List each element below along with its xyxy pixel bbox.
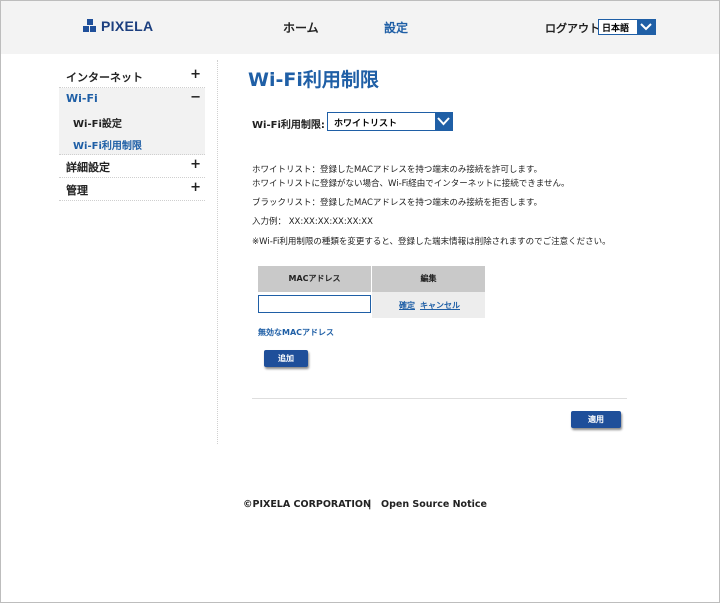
mac-address-input[interactable] [258,295,371,313]
table-row [258,292,371,318]
sidebar: インターネット + Wi-Fi − Wi-Fi設定 Wi-Fi利用制限 詳細設定… [59,65,205,201]
footer-copyright: ©PIXELA CORPORATION [243,499,371,510]
sidebar-item-label: 管理 [66,184,88,197]
sidebar-item-label: Wi-Fi [66,92,98,105]
page-title: Wi-Fi利用制限 [248,69,379,91]
description-whitelist-note: ホワイトリストに登録がない場合、Wi-Fi経由でインターネットに接続できません。 [252,179,570,189]
confirm-link[interactable]: 確定 [399,300,415,311]
description-whitelist: ホワイトリスト：登録したMACアドレスを持つ端末のみ接続を許可します。 [252,165,543,175]
sidebar-item-wifi[interactable]: Wi-Fi − [59,88,205,110]
invalid-mac-link[interactable]: 無効なMACアドレス [258,327,334,338]
brand-logo[interactable]: PIXELA [83,18,153,34]
expand-icon[interactable]: + [190,157,201,172]
column-header-mac: MACアドレス [258,266,371,292]
language-select[interactable]: 日本語 [598,19,656,35]
restriction-type-label: Wi-Fi利用制限: [252,120,325,131]
change-warning: ※Wi-Fi利用制限の種類を変更すると、登録した端末情報は削除されますのでご注意… [252,237,611,247]
brand-name: PIXELA [101,18,154,34]
pixela-logo-icon [83,19,97,33]
nav-settings-link[interactable]: 設定 [384,19,408,36]
chevron-down-icon [437,117,450,126]
sidebar-item-management[interactable]: 管理 + [59,178,205,201]
table-row-actions: 確定 キャンセル [372,292,485,318]
section-divider [252,398,627,399]
restriction-type-select[interactable]: ホワイトリスト [327,112,453,131]
sidebar-subitem-label: Wi-Fi設定 [73,119,122,130]
sidebar-item-internet[interactable]: インターネット + [59,65,205,88]
apply-button[interactable]: 適用 [571,411,621,428]
restriction-type-dropdown-button[interactable] [435,113,452,130]
description-blacklist: ブラックリスト：登録したMACアドレスを持つ端末のみ接続を拒否します。 [252,198,543,208]
open-source-notice-link[interactable]: Open Source Notice [381,499,487,510]
chevron-down-icon [640,23,652,31]
input-example: 入力例： XX:XX:XX:XX:XX:XX [252,217,373,227]
column-header-edit: 編集 [372,266,485,292]
logout-link[interactable]: ログアウト [545,20,600,36]
sidebar-item-label: インターネット [66,71,143,84]
header-bar: PIXELA ホーム 設定 ログアウト 日本語 [1,1,719,54]
footer-separator: | [368,499,372,510]
add-button[interactable]: 追加 [264,350,308,367]
nav-home-link[interactable]: ホーム [283,19,319,36]
language-value: 日本語 [602,24,630,34]
expand-icon[interactable]: + [190,67,201,82]
sidebar-subitem-wifi-settings[interactable]: Wi-Fi設定 [59,110,205,132]
cancel-link[interactable]: キャンセル [420,300,460,311]
sidebar-subitem-wifi-restriction[interactable]: Wi-Fi利用制限 [59,132,205,155]
restriction-type-value: ホワイトリスト [334,119,398,129]
collapse-icon[interactable]: − [190,90,201,105]
sidebar-item-label: 詳細設定 [66,161,110,174]
expand-icon[interactable]: + [190,180,201,195]
sidebar-divider [217,60,218,444]
sidebar-item-advanced[interactable]: 詳細設定 + [59,155,205,178]
sidebar-subitem-label: Wi-Fi利用制限 [73,141,142,152]
language-dropdown-button[interactable] [637,20,655,34]
